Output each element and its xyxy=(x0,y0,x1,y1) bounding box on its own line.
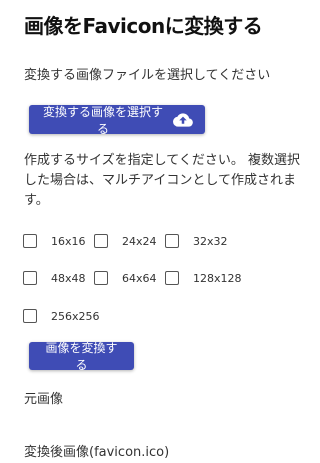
checkbox[interactable] xyxy=(23,309,37,323)
file-instruction: 変換する画像ファイルを選択してください xyxy=(24,68,271,83)
select-image-button[interactable]: 変換する画像を選択する xyxy=(29,104,205,136)
checkbox[interactable] xyxy=(94,271,108,285)
checkbox[interactable] xyxy=(165,271,179,285)
size-option-label: 48x48 xyxy=(51,271,86,285)
checkbox[interactable] xyxy=(94,234,108,248)
cloud-upload-icon xyxy=(173,112,193,127)
size-option-label: 64x64 xyxy=(122,271,157,285)
converted-image-label: 変換後画像(favicon.ico) xyxy=(24,445,170,460)
checkbox[interactable] xyxy=(23,234,37,248)
size-option-48[interactable]: 48x48 xyxy=(23,269,86,287)
checkbox[interactable] xyxy=(23,271,37,285)
size-option-label: 24x24 xyxy=(122,234,157,248)
size-option-label: 16x16 xyxy=(51,234,86,248)
size-option-label: 128x128 xyxy=(193,271,242,285)
original-image-label: 元画像 xyxy=(24,392,64,407)
convert-image-button[interactable]: 画像を変換する xyxy=(29,341,134,372)
size-option-64[interactable]: 64x64 xyxy=(94,269,157,287)
size-option-label: 32x32 xyxy=(193,234,228,248)
size-option-128[interactable]: 128x128 xyxy=(165,269,242,287)
page-title: 画像をFaviconに変換する xyxy=(24,14,263,38)
size-option-24[interactable]: 24x24 xyxy=(94,232,157,250)
size-option-label: 256x256 xyxy=(51,309,100,323)
convert-image-button-label: 画像を変換する xyxy=(45,341,118,372)
size-option-16[interactable]: 16x16 xyxy=(23,232,86,250)
size-instruction: 作成するサイズを指定してください。 複数選択した場合は、マルチアイコンとして作成… xyxy=(24,153,300,208)
select-image-button-label: 変換する画像を選択する xyxy=(42,104,163,136)
checkbox[interactable] xyxy=(165,234,179,248)
size-option-256[interactable]: 256x256 xyxy=(23,307,100,325)
size-option-32[interactable]: 32x32 xyxy=(165,232,228,250)
